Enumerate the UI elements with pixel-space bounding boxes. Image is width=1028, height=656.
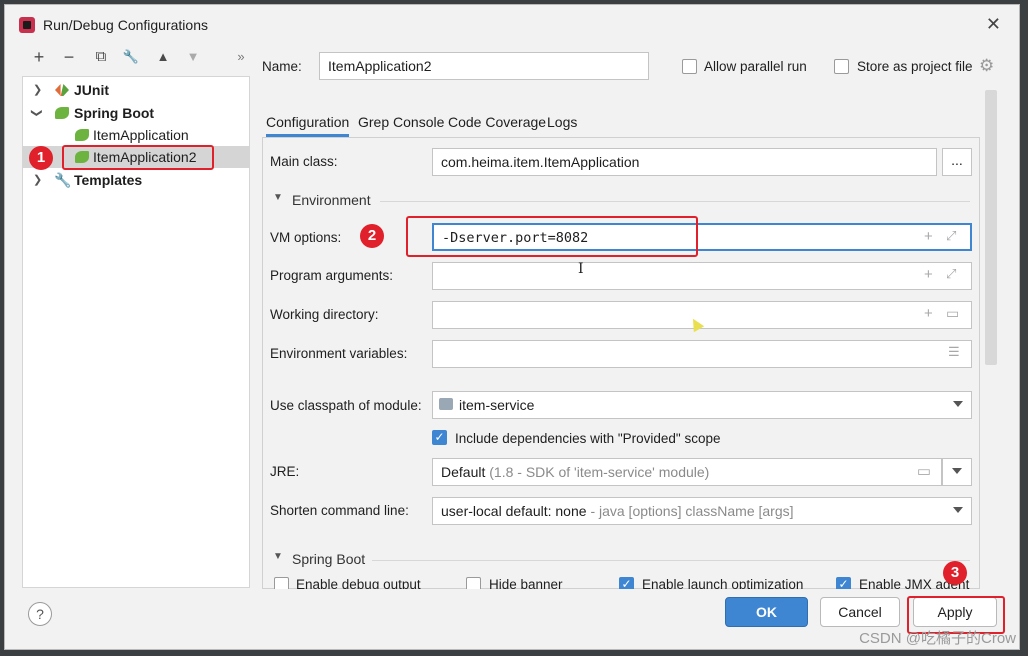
store-project-checkbox[interactable] [834,59,849,74]
spring-boot-icon [75,129,89,141]
more-icon[interactable]: » [230,46,252,68]
environment-variables-label: Environment variables: [270,346,408,361]
jre-hint: (1.8 - SDK of 'item-service' module) [489,464,710,480]
ok-button[interactable]: OK [725,597,808,627]
hide-banner-label: Hide banner [489,577,563,589]
cancel-button[interactable]: Cancel [820,597,900,627]
classpath-module-value: item-service [459,397,535,413]
tree-item-templates[interactable]: ❯ 🔧 Templates [23,169,249,191]
chevron-down-icon [953,507,963,513]
chevron-right-icon[interactable]: ❯ [33,169,42,191]
annotation-badge-3: 3 [943,561,967,585]
add-icon[interactable]: + [28,46,50,68]
expand-icon[interactable]: ⤢ [946,266,956,282]
program-arguments-label: Program arguments: [270,268,394,283]
store-project-label: Store as project file [857,59,973,74]
tab-configuration[interactable]: Configuration [266,114,350,137]
gear-icon[interactable]: ⚙ [979,56,994,76]
help-button[interactable]: ? [28,602,52,626]
enable-debug-checkbox[interactable] [274,577,289,589]
expand-icon[interactable]: ⤢ [946,228,956,244]
remove-icon[interactable]: − [58,46,80,68]
classpath-module-select[interactable]: item-service [432,391,972,419]
tab-code-coverage[interactable]: Code Coverage [448,114,546,130]
folder-icon[interactable]: ▭ [917,459,931,485]
chevron-down-icon[interactable]: ❯ [26,108,48,117]
allow-parallel-label: Allow parallel run [704,59,807,74]
tree-item-itemapplication[interactable]: ItemApplication [23,124,249,146]
chevron-down-icon [953,401,963,407]
classpath-module-label: Use classpath of module: [270,398,422,413]
launch-optimization-label: Enable launch optimization [642,577,804,589]
working-directory-label: Working directory: [270,307,379,322]
name-input[interactable]: ItemApplication2 [319,52,649,80]
watermark: CSDN @吃橘子的Crow [859,630,1016,647]
jre-value: Default [441,464,486,480]
add-icon[interactable]: + [924,266,933,283]
hide-banner-checkbox[interactable] [466,577,481,589]
title-bar: Run/Debug Configurations ✕ [5,5,1019,45]
tree-label: Templates [74,172,143,188]
collapse-icon[interactable]: ▼ [273,551,283,562]
annotation-box-2 [406,216,698,257]
annotation-badge-1: 1 [29,146,53,170]
enable-debug-label: Enable debug output [296,577,421,589]
wrench-icon: 🔧 [54,172,72,188]
copy-icon[interactable]: ⧉ [90,46,112,68]
shorten-command-label: Shorten command line: [270,503,409,518]
main-class-label: Main class: [270,154,338,169]
junit-icon [55,84,69,96]
annotation-badge-2: 2 [360,224,384,248]
intellij-app-icon [19,17,35,33]
chevron-down-icon [952,468,962,474]
add-icon[interactable]: + [924,305,933,322]
spring-boot-options: Enable debug output Hide banner ✓ Enable… [262,572,980,589]
launch-optimization-checkbox[interactable]: ✓ [619,577,634,589]
tree-item-junit[interactable]: ❯ JUnit [23,79,249,101]
jre-dropdown-button[interactable] [942,458,972,486]
tree-item-spring-boot[interactable]: ❯ Spring Boot [23,102,249,124]
vm-options-label: VM options: [270,230,342,245]
section-divider [380,201,970,202]
annotation-box-1 [62,145,214,170]
collapse-icon[interactable]: ▼ [273,192,283,203]
shorten-command-value: user-local default: none [441,503,587,519]
program-arguments-input[interactable] [432,262,972,290]
close-icon[interactable]: ✕ [986,14,1001,35]
folder-icon[interactable]: ▭ [946,305,959,322]
include-dependencies-label: Include dependencies with "Provided" sco… [455,431,721,446]
tab-grep-console[interactable]: Grep Console [358,114,444,130]
window-title: Run/Debug Configurations [43,17,208,33]
add-icon[interactable]: + [924,228,933,245]
wrench-icon[interactable]: 🔧 [120,46,142,68]
jre-label: JRE: [270,464,300,479]
include-dependencies-checkbox[interactable]: ✓ [432,430,447,445]
move-up-icon[interactable]: ▲ [152,46,174,68]
tree-label: ItemApplication [93,127,189,143]
spring-boot-section[interactable]: Spring Boot [292,551,365,567]
chevron-right-icon[interactable]: ❯ [33,79,42,101]
main-class-input[interactable]: com.heima.item.ItemApplication [432,148,937,176]
config-toolbar: + − ⧉ 🔧 ▲ ▼ » [20,46,250,72]
spring-boot-icon [55,107,69,119]
tree-label: JUnit [74,82,109,98]
environment-variables-input[interactable] [432,340,972,368]
shorten-command-select[interactable]: user-local default: none - java [options… [432,497,972,525]
jmx-agent-checkbox[interactable]: ✓ [836,577,851,589]
move-down-icon[interactable]: ▼ [182,46,204,68]
section-divider [372,560,970,561]
vertical-scrollbar[interactable] [985,90,997,365]
name-label: Name: [262,59,302,74]
tree-label: Spring Boot [74,105,155,121]
shorten-command-hint: - java [options] className [args] [590,503,794,519]
allow-parallel-checkbox[interactable] [682,59,697,74]
module-icon [439,398,453,410]
browse-button[interactable]: ... [942,148,972,176]
tab-logs[interactable]: Logs [547,114,577,130]
environment-section[interactable]: Environment [292,192,371,208]
text-cursor-icon: I [578,261,584,277]
edit-list-icon[interactable]: ☰ [948,344,960,360]
jre-select[interactable]: Default (1.8 - SDK of 'item-service' mod… [432,458,942,486]
